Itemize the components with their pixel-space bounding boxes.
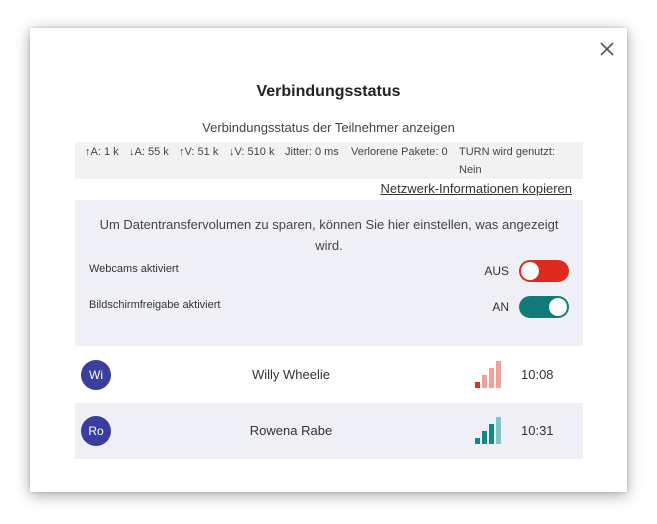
signal-bar <box>475 438 480 444</box>
settings-description: Um Datentransfervolumen zu sparen, könne… <box>99 217 559 253</box>
toggle-knob <box>521 262 539 280</box>
signal-strength-icon <box>475 360 505 388</box>
screenshare-toggle[interactable] <box>519 296 569 318</box>
signal-bar <box>496 417 501 444</box>
screenshare-label: Bildschirmfreigabe aktiviert <box>89 299 221 311</box>
participant-time: 10:31 <box>521 423 554 438</box>
stat-upload-video: ↑V: 51 k <box>179 146 219 158</box>
copy-network-info-link[interactable]: Netzwerk-Informationen kopieren <box>381 181 572 196</box>
signal-bar <box>482 431 487 444</box>
close-icon[interactable] <box>596 38 618 60</box>
network-stats: ↑A: 1 k ↓A: 55 k ↑V: 51 k ↓V: 510 k Jitt… <box>75 142 583 179</box>
signal-bar <box>496 361 501 388</box>
signal-bar <box>489 368 494 388</box>
signal-strength-icon <box>475 416 505 444</box>
participant-row: Ro Rowena Rabe 10:31 <box>75 403 583 459</box>
webcams-toggle[interactable] <box>519 260 569 282</box>
participant-time: 10:08 <box>521 367 554 382</box>
participant-name: Willy Wheelie <box>251 367 330 382</box>
dialog-title: Verbindungsstatus <box>256 83 401 100</box>
stat-turn: TURN wird genutzt: Nein <box>459 146 555 176</box>
stat-lost-packets: Verlorene Pakete: 0 <box>351 146 448 158</box>
stat-download-audio: ↓A: 55 k <box>129 146 169 158</box>
connection-status-dialog: Verbindungsstatus Verbindungsstatus der … <box>30 28 627 492</box>
participant-row: Wi Willy Wheelie 10:08 <box>75 347 583 403</box>
dialog-subtitle: Verbindungsstatus der Teilnehmer anzeige… <box>202 120 455 135</box>
data-saving-settings: Um Datentransfervolumen zu sparen, könne… <box>75 200 583 346</box>
signal-bar <box>489 424 494 444</box>
stat-upload-audio: ↑A: 1 k <box>85 146 119 158</box>
webcams-state-text: AUS <box>484 264 509 278</box>
webcams-label: Webcams aktiviert <box>89 263 179 275</box>
stat-jitter: Jitter: 0 ms <box>285 146 339 158</box>
stat-download-video: ↓V: 510 k <box>229 146 275 158</box>
signal-bar <box>482 375 487 388</box>
signal-bar <box>475 382 480 388</box>
participant-name: Rowena Rabe <box>249 423 333 438</box>
screenshare-state-text: AN <box>492 300 509 314</box>
toggle-knob <box>549 298 567 316</box>
